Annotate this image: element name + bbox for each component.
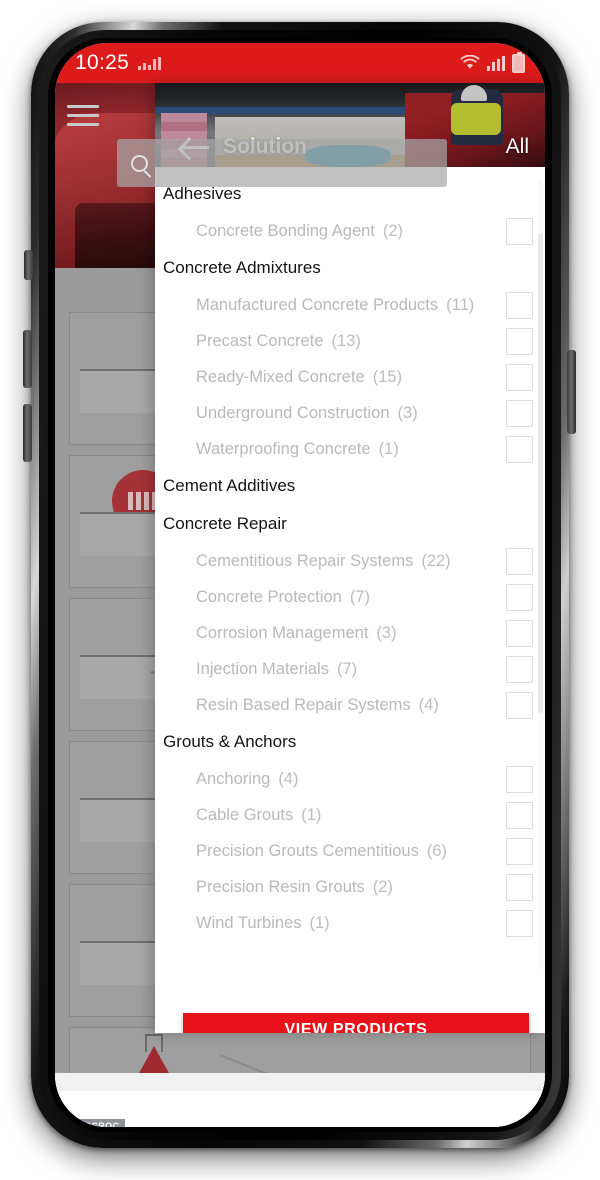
filter-checkbox[interactable] bbox=[506, 547, 533, 575]
filter-row[interactable]: Anchoring (4) bbox=[155, 761, 545, 797]
phone-power-button[interactable] bbox=[567, 350, 576, 434]
filter-row[interactable]: Ready-Mixed Concrete (15) bbox=[155, 359, 545, 395]
filter-row-count: (6) bbox=[426, 841, 448, 860]
filter-row-label: Resin Based Repair Systems bbox=[196, 695, 411, 714]
filter-row[interactable]: Manufactured Concrete Products (11) bbox=[155, 287, 545, 323]
signal-icon bbox=[487, 55, 505, 71]
equalizer-icon bbox=[138, 56, 162, 70]
filter-checkbox[interactable] bbox=[506, 873, 533, 901]
fosroc-logo-text: FOSROC bbox=[78, 1121, 120, 1127]
status-bar-left: 10:25 bbox=[75, 51, 162, 75]
filter-row-label: Waterproofing Concrete bbox=[196, 439, 371, 458]
filter-row-label: Injection Materials bbox=[196, 659, 329, 678]
filter-row-count: (7) bbox=[336, 659, 358, 678]
filter-row-label: Cable Grouts bbox=[196, 805, 294, 824]
filter-checkbox[interactable] bbox=[506, 435, 533, 463]
filter-row[interactable]: Cable Grouts (1) bbox=[155, 797, 545, 833]
filter-row-count: (4) bbox=[418, 695, 439, 714]
filter-checkbox[interactable] bbox=[506, 583, 533, 611]
status-bar-right bbox=[460, 51, 525, 73]
all-button[interactable]: All bbox=[506, 135, 529, 159]
solution-filter-drawer: Solution All AdhesivesConcrete Bonding A… bbox=[155, 83, 545, 1033]
filter-group-header: Grouts & Anchors bbox=[163, 732, 297, 751]
filter-row-count: (1) bbox=[309, 913, 330, 932]
filter-row-count: (7) bbox=[349, 587, 370, 606]
view-products-button[interactable]: VIEW PRODUCTS bbox=[183, 1013, 529, 1033]
filter-row[interactable]: Resin Based Repair Systems (4) bbox=[155, 687, 545, 723]
filter-checkbox[interactable] bbox=[506, 327, 533, 355]
filter-row-label: Underground Construction bbox=[196, 403, 390, 422]
search-icon bbox=[131, 154, 148, 172]
filter-checkbox[interactable] bbox=[506, 691, 533, 719]
filter-checkbox[interactable] bbox=[506, 399, 533, 427]
filter-row-count: (3) bbox=[397, 403, 418, 422]
filter-group-list[interactable]: Adhesives Concrete Bonding Agent (2) Concre… bbox=[155, 167, 545, 977]
filter-row-count: (3) bbox=[376, 623, 397, 642]
status-clock: 10:25 bbox=[75, 51, 130, 74]
fosroc-logo: FOSROC bbox=[73, 1119, 133, 1127]
filter-row-label: Cementitious Repair Systems bbox=[196, 551, 414, 570]
filter-row[interactable]: Underground Construction (3) bbox=[155, 395, 545, 431]
filter-row-count: (2) bbox=[372, 877, 393, 896]
filter-row-label: Precast Concrete bbox=[196, 331, 324, 350]
filter-checkbox[interactable] bbox=[506, 765, 533, 793]
filter-row[interactable]: Cementitious Repair Systems (22) bbox=[155, 543, 545, 579]
filter-checkbox[interactable] bbox=[506, 291, 533, 319]
filter-checkbox[interactable] bbox=[506, 363, 533, 391]
fosroc-logo-wordmark: FOSROC bbox=[73, 1119, 125, 1127]
hamburger-menu-icon[interactable] bbox=[67, 99, 99, 132]
filter-row-count: (1) bbox=[378, 439, 399, 458]
phone-volume-up-button[interactable] bbox=[23, 330, 32, 388]
filter-row-count: (13) bbox=[331, 331, 361, 350]
filter-checkbox[interactable] bbox=[506, 837, 533, 865]
filter-row[interactable]: Precision Resin Grouts (2) bbox=[155, 869, 545, 905]
filter-row-count: (1) bbox=[301, 805, 322, 824]
filter-row-label: Ready-Mixed Concrete bbox=[196, 367, 365, 386]
filter-row-label: Precision Grouts Cementitious bbox=[196, 841, 419, 860]
phone-screen: 10:25 FOSROC All Adhesives Concrete Bond… bbox=[55, 43, 545, 1127]
battery-icon bbox=[512, 51, 525, 73]
filter-row-label: Precision Resin Grouts bbox=[196, 877, 365, 896]
filter-group-header: Cement Additives bbox=[163, 476, 296, 495]
filter-row[interactable]: Precision Grouts Cementitious (6) bbox=[155, 833, 545, 869]
filter-row-label: Wind Turbines bbox=[196, 913, 302, 932]
screenshot-stage: 10:25 FOSROC All Adhesives Concrete Bond… bbox=[0, 0, 600, 1180]
drawer-scrollbar-thumb[interactable] bbox=[538, 233, 543, 713]
app-footer-panel: FOSROC www.fosroc.com bbox=[55, 1091, 545, 1127]
filter-row-count: (15) bbox=[372, 367, 403, 386]
filter-row[interactable]: Concrete Protection (7) bbox=[155, 579, 545, 615]
filter-checkbox[interactable] bbox=[506, 655, 533, 683]
filter-row[interactable]: Wind Turbines (1) bbox=[155, 905, 545, 941]
filter-group-header: Concrete Repair bbox=[163, 514, 287, 533]
filter-row-count: (22) bbox=[421, 551, 451, 570]
phone-mute-button[interactable] bbox=[24, 250, 33, 280]
filter-row-label: Manufactured Concrete Products bbox=[196, 295, 439, 314]
wifi-icon bbox=[460, 55, 480, 69]
filter-row-count: (4) bbox=[278, 769, 299, 788]
filter-row[interactable]: Precast Concrete (13) bbox=[155, 323, 545, 359]
filter-row-label: Concrete Bonding Agent bbox=[196, 221, 375, 240]
filter-row-count: (2) bbox=[382, 221, 404, 240]
filter-row[interactable]: Corrosion Management (3) bbox=[155, 615, 545, 651]
filter-row-count: (11) bbox=[446, 295, 475, 314]
filter-group-header: Concrete Admixtures bbox=[163, 258, 321, 277]
filter-row[interactable]: Injection Materials (7) bbox=[155, 651, 545, 687]
filter-checkbox[interactable] bbox=[506, 909, 533, 937]
filter-checkbox[interactable] bbox=[506, 801, 533, 829]
status-bar: 10:25 bbox=[55, 43, 545, 83]
phone-volume-down-button[interactable] bbox=[23, 404, 32, 462]
filter-row-label: Corrosion Management bbox=[196, 623, 369, 642]
filter-checkbox[interactable] bbox=[506, 619, 533, 647]
app-footer: FOSROC www.fosroc.com bbox=[55, 1073, 545, 1127]
filter-row[interactable]: Waterproofing Concrete (1) bbox=[155, 431, 545, 467]
search-input[interactable] bbox=[117, 139, 447, 187]
filter-row[interactable]: Concrete Bonding Agent (2) bbox=[155, 213, 545, 249]
filter-checkbox[interactable] bbox=[506, 217, 533, 245]
filter-row-label: Concrete Protection bbox=[196, 587, 342, 606]
filter-row-label: Anchoring bbox=[196, 769, 271, 788]
